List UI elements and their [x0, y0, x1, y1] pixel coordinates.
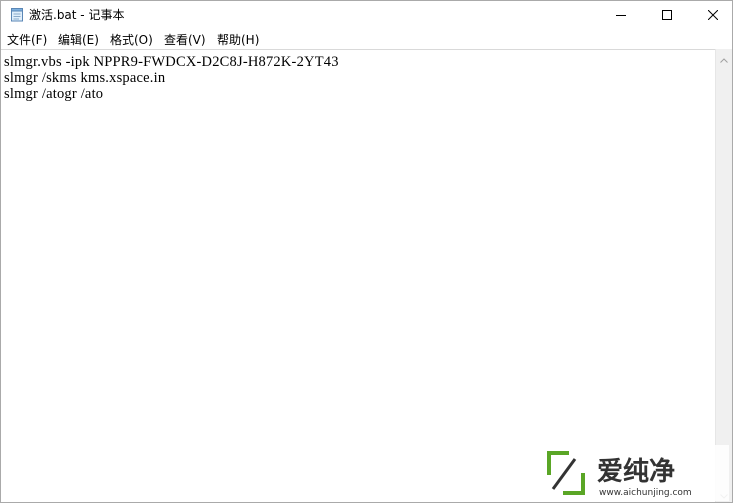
menu-file[interactable]: 文件(F)	[7, 31, 47, 48]
close-icon	[707, 5, 719, 24]
editor-line[interactable]: slmgr.vbs -ipk NPPR9-FWDCX-D2C8J-H872K-2…	[4, 54, 339, 71]
menu-help[interactable]: 帮助(H)	[217, 31, 259, 48]
editor-line[interactable]: slmgr /skms kms.xspace.in	[4, 70, 165, 87]
menu-view[interactable]: 查看(V)	[164, 31, 206, 48]
close-button[interactable]	[690, 1, 732, 28]
menu-format[interactable]: 格式(O)	[110, 31, 153, 48]
notepad-icon	[10, 7, 24, 22]
title-bar[interactable]: 激活.bat - 记事本	[1, 1, 732, 28]
watermark-url: www.aichunjing.com	[599, 488, 692, 498]
text-editor[interactable]: slmgr.vbs -ipk NPPR9-FWDCX-D2C8J-H872K-2…	[1, 49, 715, 502]
watermark-logo: 爱纯净 www.aichunjing.com	[539, 445, 729, 501]
maximize-button[interactable]	[644, 1, 690, 28]
minimize-button[interactable]	[598, 1, 644, 28]
scroll-up-button[interactable]	[716, 49, 732, 66]
menu-bar: 文件(F) 编辑(E) 格式(O) 查看(V) 帮助(H)	[1, 28, 732, 49]
notepad-window: 激活.bat - 记事本 文件(F) 编辑(E) 格式(O) 查看(V) 帮助(…	[0, 0, 733, 503]
watermark-brand: 爱纯净	[597, 456, 675, 487]
menu-edit[interactable]: 编辑(E)	[58, 31, 99, 48]
minimize-icon	[616, 5, 626, 24]
maximize-icon	[662, 5, 672, 24]
chevron-up-icon	[720, 48, 728, 67]
vertical-scrollbar[interactable]	[715, 49, 732, 502]
editor-line[interactable]: slmgr /atogr /ato	[4, 86, 103, 103]
window-title: 激活.bat - 记事本	[29, 8, 125, 22]
